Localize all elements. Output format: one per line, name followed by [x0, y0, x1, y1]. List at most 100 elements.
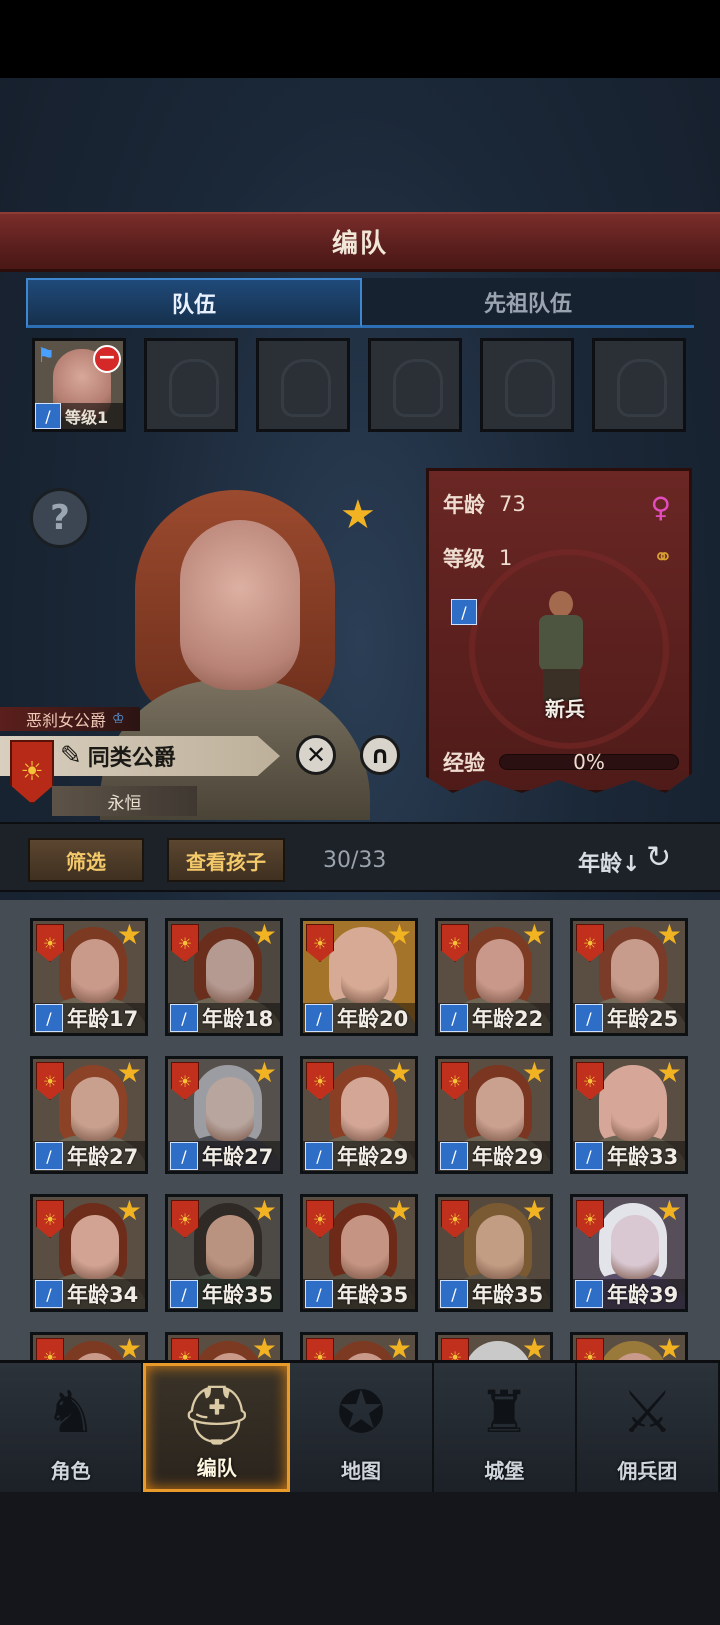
favorite-star-icon: ★ [251, 918, 277, 951]
favorite-star-icon: ★ [656, 1332, 682, 1360]
card-info-bar: / 年龄29 [438, 1141, 550, 1171]
helmet-icon [169, 359, 219, 417]
female-icon: ♀ [650, 491, 671, 524]
nav-item-mercenary[interactable]: ⚔ 佣兵团 [577, 1363, 720, 1492]
close-icon: ✕ [305, 741, 327, 769]
retire-button[interactable]: ∩ [360, 735, 400, 775]
castle-icon: ♜ [478, 1378, 531, 1446]
nav-label: 地图 [341, 1459, 381, 1483]
party-slot-empty[interactable] [144, 338, 238, 432]
character-card[interactable]: ☀ ★ / 年龄35 [165, 1194, 283, 1312]
party-slot-filled[interactable]: ⚑ − / 等级1 [32, 338, 126, 432]
nav-item-castle[interactable]: ♜ 城堡 [434, 1363, 577, 1492]
sword-icon: / [440, 1004, 468, 1032]
bottom-background [0, 1491, 720, 1625]
character-card[interactable]: ☀ ★ / 年龄22 [435, 918, 553, 1036]
tab-ancestor-party[interactable]: 先祖队伍 [362, 278, 694, 328]
remove-icon[interactable]: − [93, 345, 121, 373]
age-value: 73 [499, 492, 526, 516]
exp-value: 0% [573, 750, 605, 774]
character-card[interactable]: ☀ ★ / 年龄29 [300, 1056, 418, 1174]
character-card[interactable]: ☀ ★ [435, 1332, 553, 1360]
dismiss-button[interactable]: ✕ [296, 735, 336, 775]
card-info-bar: / 年龄35 [438, 1279, 550, 1309]
favorite-star-icon: ★ [116, 918, 142, 951]
level-bar: / 等级1 [35, 403, 123, 429]
slot-level-label: 等级1 [65, 408, 109, 427]
character-card[interactable]: ☀ ★ [30, 1332, 148, 1360]
sort-button[interactable]: 年龄↓ [578, 846, 640, 878]
crown-icon: ♔ [112, 711, 125, 727]
party-slot-empty[interactable] [480, 338, 574, 432]
card-age: 年龄35 [337, 1283, 409, 1307]
character-card[interactable]: ☀ ★ / 年龄17 [30, 918, 148, 1036]
view-children-button[interactable]: 查看孩子 [167, 838, 285, 882]
help-button[interactable]: ? [30, 488, 90, 548]
class-badge: / [451, 599, 477, 625]
character-status: 永恒 [107, 793, 142, 814]
character-name: 同类公爵 [87, 746, 176, 771]
sword-icon: / [451, 599, 477, 625]
party-slot-empty[interactable] [256, 338, 350, 432]
favorite-star-icon: ★ [386, 1194, 412, 1227]
favorite-star-icon[interactable]: ★ [340, 492, 376, 538]
sword-icon: / [170, 1004, 198, 1032]
favorite-star-icon: ★ [386, 1056, 412, 1089]
flag-icon: ⚑ [37, 343, 55, 367]
card-age: 年龄29 [337, 1145, 409, 1169]
helmet-icon [281, 359, 331, 417]
sword-icon: / [35, 403, 61, 429]
character-card[interactable]: ☀ ★ [165, 1332, 283, 1360]
exp-row: 经验 0% [443, 747, 679, 777]
sword-icon: / [440, 1280, 468, 1308]
nav-label: 城堡 [484, 1459, 525, 1483]
favorite-star-icon: ★ [386, 918, 412, 951]
house-shield-icon: ☀ [576, 1338, 604, 1360]
character-card[interactable]: ☀ ★ / 年龄35 [435, 1194, 553, 1312]
nav-item-character[interactable]: ♞ 角色 [0, 1363, 144, 1492]
character-card[interactable]: ☀ ★ / 年龄33 [570, 1056, 688, 1174]
character-card[interactable]: ☀ ★ / 年龄27 [30, 1056, 148, 1174]
level-label: 等级 [443, 547, 485, 571]
filter-button[interactable]: 筛选 [28, 838, 144, 882]
exp-label: 经验 [443, 751, 485, 775]
card-info-bar: / 年龄34 [33, 1279, 145, 1309]
favorite-star-icon: ★ [251, 1056, 277, 1089]
character-card[interactable]: ☀ ★ / 年龄20 [300, 918, 418, 1036]
nav-item-map[interactable]: ✪ 地图 [290, 1363, 434, 1492]
party-slot-empty[interactable] [592, 338, 686, 432]
roster-grid: ☀ ★ / 年龄17 ☀ ★ / 年龄18 ☀ ★ / 年龄20 ☀ ★ / 年龄22 ☀ ★ / 年龄25 ☀ ★ / 年龄… [0, 900, 720, 1360]
tab-party[interactable]: 队伍 [26, 278, 362, 328]
card-info-bar: / 年龄35 [168, 1279, 280, 1309]
sword-icon: / [170, 1142, 198, 1170]
card-age: 年龄22 [472, 1007, 544, 1031]
age-label: 年龄 [443, 493, 485, 517]
level-value: 1 [499, 546, 513, 570]
favorite-star-icon: ★ [521, 1194, 547, 1227]
house-shield-icon: ☀ [171, 1338, 199, 1360]
refresh-icon[interactable]: ↻ [646, 840, 671, 875]
character-card[interactable]: ☀ ★ / 年龄25 [570, 918, 688, 1036]
sword-icon: / [35, 1280, 63, 1308]
card-info-bar: / 年龄27 [168, 1141, 280, 1171]
character-card[interactable]: ☀ ★ / 年龄35 [300, 1194, 418, 1312]
edit-icon[interactable]: ✎ [60, 741, 82, 771]
character-card[interactable]: ☀ ★ / 年龄34 [30, 1194, 148, 1312]
character-card[interactable]: ☀ ★ / 年龄27 [165, 1056, 283, 1174]
character-title: 恶刹女公爵 [26, 711, 107, 730]
card-age: 年龄34 [67, 1283, 139, 1307]
knight-icon: ♞ [44, 1378, 97, 1446]
party-slot-empty[interactable] [368, 338, 462, 432]
character-card[interactable]: ☀ ★ [570, 1332, 688, 1360]
character-card[interactable]: ☀ ★ / 年龄18 [165, 918, 283, 1036]
favorite-star-icon: ★ [386, 1332, 412, 1360]
nav-item-party[interactable]: ⛑ 编队 [143, 1363, 291, 1492]
sword-icon: / [440, 1142, 468, 1170]
card-info-bar: / 年龄20 [303, 1003, 415, 1033]
rings-icon[interactable]: ⚭ [653, 543, 673, 571]
character-card[interactable]: ☀ ★ / 年龄29 [435, 1056, 553, 1174]
bottom-nav: ♞ 角色 ⛑ 编队 ✪ 地图 ♜ 城堡 ⚔ 佣兵团 [0, 1360, 720, 1492]
exp-bar: 0% [499, 750, 679, 774]
character-card[interactable]: ☀ ★ [300, 1332, 418, 1360]
character-card[interactable]: ☀ ★ / 年龄39 [570, 1194, 688, 1312]
